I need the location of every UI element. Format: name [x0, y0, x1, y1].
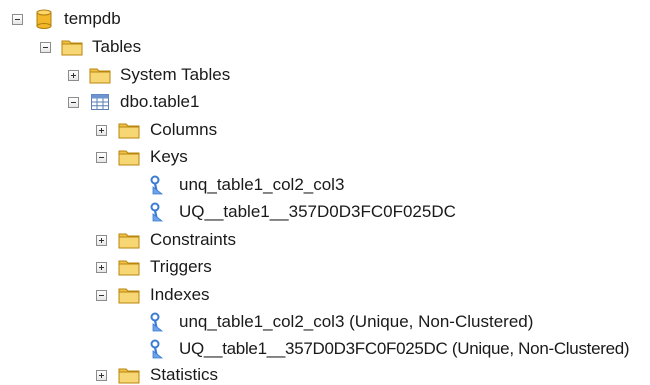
tree-node-statistics[interactable]: Statistics: [0, 362, 650, 385]
tree-node-columns[interactable]: Columns: [0, 117, 650, 144]
tree-node-label: Statistics: [150, 365, 219, 384]
expand-toggle[interactable]: [96, 262, 107, 273]
tree-node-label: Keys: [150, 147, 188, 166]
tree-node-key-item[interactable]: unq_table1_col2_col3: [0, 172, 650, 199]
tree-node-table1[interactable]: dbo.table1: [0, 89, 650, 116]
tree-node-label: unq_table1_col2_col3: [179, 175, 345, 194]
tree-node-label: Tables: [92, 37, 142, 56]
tree-node-label: dbo.table1: [120, 92, 200, 111]
collapse-toggle[interactable]: [12, 14, 23, 25]
tree-node-label: UQ__table1__357D0D3FC0F025DC: [179, 202, 456, 221]
tree-node-constraints[interactable]: Constraints: [0, 227, 650, 254]
tree-node-tempdb[interactable]: tempdb: [0, 6, 650, 33]
folder-icon: [89, 66, 111, 89]
folder-icon: [61, 38, 83, 61]
table-icon: [91, 94, 109, 115]
object-explorer-tree: tempdb Tables System Tables dbo.table1 C…: [0, 0, 650, 385]
tree-node-label: Constraints: [150, 230, 236, 249]
tree-node-triggers[interactable]: Triggers: [0, 254, 650, 281]
tree-node-keys[interactable]: Keys: [0, 144, 650, 171]
collapse-toggle[interactable]: [96, 152, 107, 163]
expand-toggle[interactable]: [96, 370, 107, 381]
tree-node-index-item[interactable]: UQ__table1__357D0D3FC0F025DC (Unique, No…: [0, 336, 650, 363]
tree-node-indexes[interactable]: Indexes: [0, 282, 650, 309]
tree-node-label: System Tables: [120, 65, 231, 84]
tree-node-index-item[interactable]: unq_table1_col2_col3 (Unique, Non-Cluste…: [0, 309, 650, 336]
index-icon: [150, 312, 164, 337]
collapse-toggle[interactable]: [96, 290, 107, 301]
database-icon: [36, 9, 52, 34]
folder-icon: [118, 258, 140, 281]
expand-toggle[interactable]: [68, 70, 79, 81]
expand-toggle[interactable]: [96, 235, 107, 246]
key-icon: [150, 202, 164, 227]
folder-icon: [118, 286, 140, 309]
collapse-toggle[interactable]: [68, 97, 79, 108]
tree-node-label: UQ__table1__357D0D3FC0F025DC (Unique, No…: [179, 339, 630, 358]
folder-icon: [118, 366, 140, 385]
tree-node-label: Triggers: [150, 257, 212, 276]
key-icon: [150, 175, 164, 200]
tree-node-system-tables[interactable]: System Tables: [0, 62, 650, 89]
collapse-toggle[interactable]: [40, 42, 51, 53]
tree-node-label: unq_table1_col2_col3 (Unique, Non-Cluste…: [179, 312, 534, 331]
folder-icon: [118, 148, 140, 171]
index-icon: [150, 339, 164, 364]
folder-icon: [118, 121, 140, 144]
tree-node-key-item[interactable]: UQ__table1__357D0D3FC0F025DC: [0, 199, 650, 226]
tree-node-label: tempdb: [64, 9, 121, 28]
folder-icon: [118, 231, 140, 254]
tree-node-label: Columns: [150, 120, 218, 139]
tree-node-tables[interactable]: Tables: [0, 34, 650, 61]
expand-toggle[interactable]: [96, 125, 107, 136]
tree-node-label: Indexes: [150, 285, 210, 304]
